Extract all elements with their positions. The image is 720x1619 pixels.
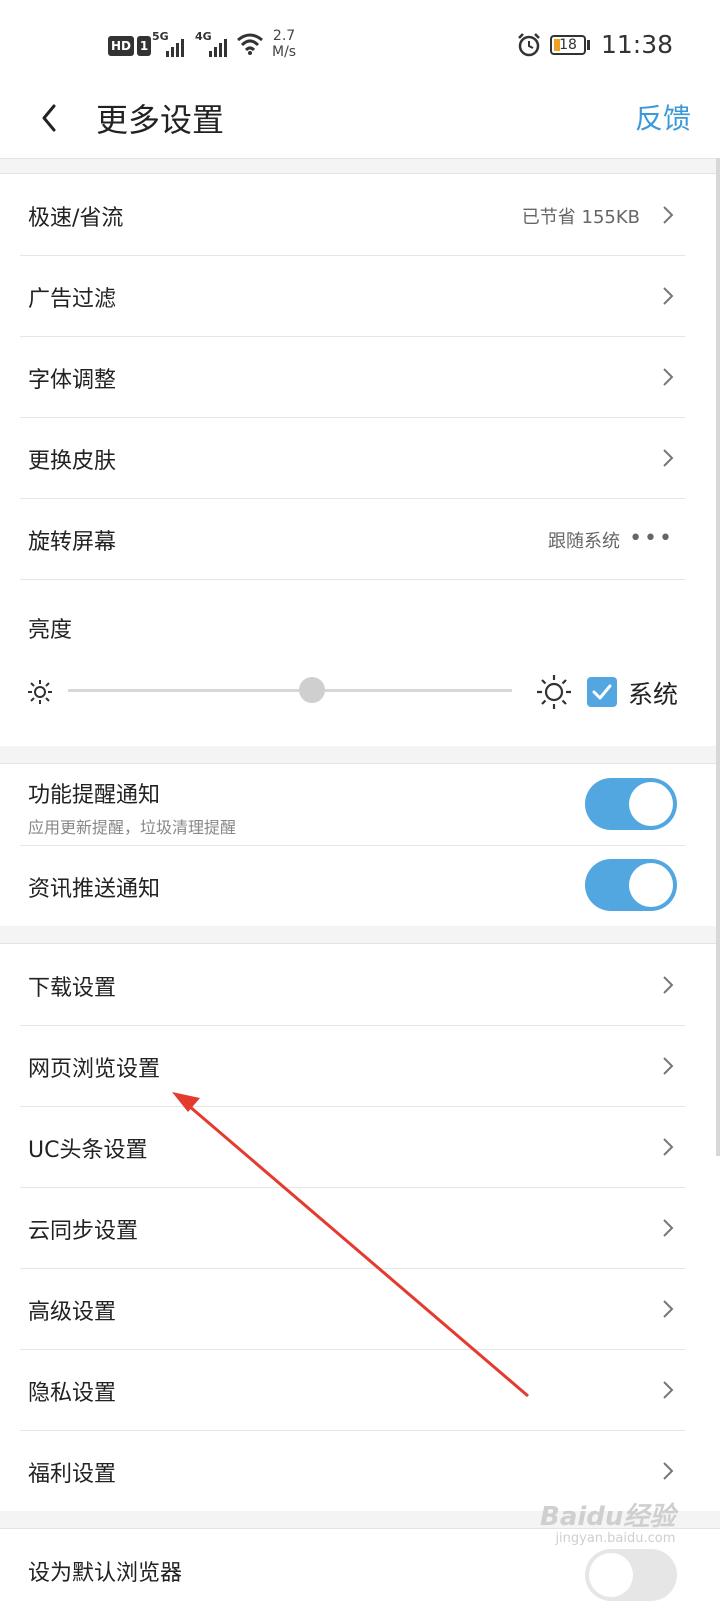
system-brightness-label: 系统: [628, 680, 679, 709]
speed-save-row[interactable]: 极速/省流 已节省 155KB: [0, 174, 720, 256]
brightness-low-icon: [28, 680, 52, 704]
feedback-button[interactable]: 反馈: [635, 97, 691, 137]
check-icon: [592, 684, 612, 700]
download-settings-label: 下载设置: [28, 976, 117, 1001]
feature-notify-row: 功能提醒通知 应用更新提醒，垃圾清理提醒: [0, 764, 720, 846]
clock: 11:38: [601, 30, 674, 59]
chevron-right-icon: [663, 976, 674, 994]
privacy-settings-row[interactable]: 隐私设置: [0, 1349, 720, 1431]
web-browsing-settings-label: 网页浏览设置: [28, 1057, 161, 1082]
advanced-settings-label: 高级设置: [28, 1300, 117, 1325]
battery-tip: [587, 40, 590, 50]
privacy-settings-label: 隐私设置: [28, 1381, 117, 1406]
uc-headline-settings-label: UC头条设置: [28, 1138, 148, 1163]
scrollbar[interactable]: [716, 158, 720, 1156]
saved-amount: 已节省 155KB: [521, 207, 640, 228]
more-options-icon[interactable]: •••: [629, 526, 674, 551]
rotate-screen-label: 旋转屏幕: [28, 530, 117, 555]
rotate-screen-row[interactable]: 旋转屏幕 跟随系统 •••: [0, 498, 720, 580]
wifi-icon: [237, 33, 263, 55]
battery-level: 18: [559, 37, 577, 53]
rotate-mode-value: 跟随系统: [548, 531, 620, 552]
download-settings-row[interactable]: 下载设置: [0, 944, 720, 1026]
chevron-right-icon: [663, 1462, 674, 1480]
page-title: 更多设置: [96, 101, 225, 139]
feature-notify-label: 功能提醒通知: [28, 783, 161, 808]
uc-headline-settings-row[interactable]: UC头条设置: [0, 1106, 720, 1188]
top-bar: 更多设置 反馈: [0, 90, 720, 159]
speed-unit: M/s: [272, 44, 297, 60]
font-adjust-label: 字体调整: [28, 368, 117, 393]
chevron-right-icon: [663, 1300, 674, 1318]
hd-indicator: HD 1: [108, 36, 152, 56]
display-settings-section: 极速/省流 已节省 155KB 广告过滤 字体调整 更换皮肤 旋转屏幕 跟随系统…: [0, 173, 720, 747]
default-browser-toggle[interactable]: [585, 1549, 677, 1601]
battery-icon: 18: [550, 35, 586, 55]
section-gap: [0, 926, 720, 943]
chevron-right-icon: [663, 1381, 674, 1399]
feature-notify-toggle[interactable]: [585, 778, 677, 830]
chevron-right-icon: [663, 449, 674, 467]
notification-section: 功能提醒通知 应用更新提醒，垃圾清理提醒 资讯推送通知: [0, 763, 720, 927]
chevron-right-icon: [663, 287, 674, 305]
section-gap: [0, 746, 720, 763]
brightness-high-icon: [537, 675, 571, 709]
baidu-jingyan-watermark: Baidu经验 jingyan.baidu.com: [540, 1496, 675, 1546]
speed-save-label: 极速/省流: [28, 206, 124, 231]
skin-row[interactable]: 更换皮肤: [0, 417, 720, 499]
section-gap: [0, 159, 720, 173]
cloud-sync-settings-label: 云同步设置: [28, 1219, 139, 1244]
welfare-settings-label: 福利设置: [28, 1462, 117, 1487]
default-browser-label: 设为默认浏览器: [28, 1561, 183, 1586]
ad-filter-label: 广告过滤: [28, 287, 117, 312]
signal-icon-2: [209, 35, 227, 57]
brightness-slider-handle[interactable]: [299, 677, 326, 703]
watermark-brand: Baidu经验: [540, 1502, 676, 1532]
web-browsing-settings-row[interactable]: 网页浏览设置: [0, 1025, 720, 1107]
news-notify-row: 资讯推送通知: [0, 845, 720, 927]
back-icon[interactable]: [34, 98, 70, 138]
sim-badge: 1: [137, 36, 152, 56]
alarm-icon: [518, 33, 540, 57]
chevron-right-icon: [663, 368, 674, 386]
general-settings-section: 下载设置 网页浏览设置 UC头条设置 云同步设置 高级设置 隐私设置 福利设置: [0, 943, 720, 1512]
ad-filter-row[interactable]: 广告过滤: [0, 255, 720, 337]
cloud-sync-settings-row[interactable]: 云同步设置: [0, 1187, 720, 1269]
status-bar: HD 1 5G 4G 2.7 M/s 18 11:38: [0, 0, 720, 90]
news-notify-toggle[interactable]: [585, 859, 677, 911]
speed-value: 2.7: [272, 28, 296, 44]
network-speed: 2.7 M/s: [272, 28, 296, 60]
chevron-right-icon: [663, 1219, 674, 1237]
hd-badge: HD: [108, 36, 135, 56]
skin-label: 更换皮肤: [28, 449, 117, 474]
news-notify-label: 资讯推送通知: [28, 877, 161, 902]
signal-icon: [166, 35, 184, 57]
brightness-label: 亮度: [28, 618, 73, 643]
chevron-right-icon: [663, 1057, 674, 1075]
chevron-right-icon: [663, 1138, 674, 1156]
font-adjust-row[interactable]: 字体调整: [0, 336, 720, 418]
advanced-settings-row[interactable]: 高级设置: [0, 1268, 720, 1350]
watermark-url: jingyan.baidu.com: [555, 1531, 676, 1546]
feature-notify-desc: 应用更新提醒，垃圾清理提醒: [28, 818, 237, 837]
chevron-right-icon: [663, 206, 674, 224]
brightness-slider-track[interactable]: [68, 689, 512, 692]
system-brightness-checkbox[interactable]: [587, 677, 617, 707]
